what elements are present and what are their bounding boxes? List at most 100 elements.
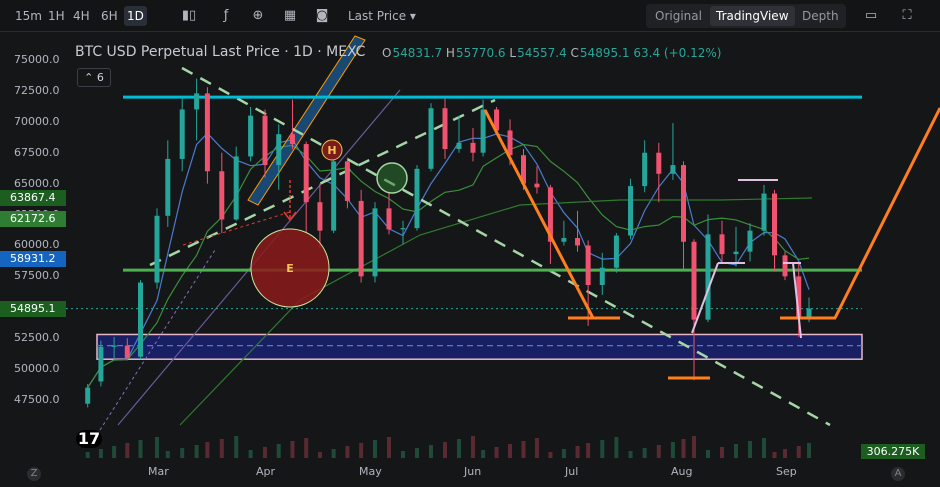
volume-bar [290,441,295,458]
time-tick-label: Aug [671,465,693,478]
price-tag: 58931.2 [0,250,66,267]
zoom-icon[interactable]: Z [27,467,41,481]
price-tick-label: 60000.0 [14,238,60,252]
indicator-toggle[interactable]: ⌃ 6 [77,68,111,87]
volume-bar [331,449,336,458]
volume-bar [561,449,566,458]
volume-bar [534,438,539,458]
volume-bar [359,443,364,458]
candle-body [642,152,648,187]
candle-body [138,282,143,357]
volume-bar [234,436,239,458]
candle-body [233,156,239,220]
volume-bar [670,442,675,458]
price-tick-label: 65000.0 [14,176,60,190]
time-tick-label: Sep [776,465,797,478]
ohlc-change: 63.4 (+0.12%) [633,46,722,60]
candle-body [219,171,225,220]
volume-bar [720,447,724,458]
chart-title: BTC USD Perpetual Last Price · 1D · MEXC [75,44,366,60]
volume-bar [628,451,633,458]
support-zone [96,333,863,360]
volume-bar [656,445,661,458]
candle-body [599,267,605,286]
volume-bar [373,440,377,458]
candle-body [561,238,567,242]
volume-bar [481,450,486,458]
candle-body [276,134,282,166]
volume-bar [575,446,580,458]
chevron-icon: ⌃ [84,71,94,84]
price-tick-label: 70000.0 [14,114,60,128]
volume-bar [762,438,766,458]
volume-bar [125,443,130,458]
candle-body [303,144,309,203]
time-tick-label: Jun [464,465,482,478]
volume-bar [205,442,210,458]
volume-bar [772,452,777,458]
candle-body [85,387,91,404]
candle-body [154,215,160,283]
plot-area [66,36,862,460]
candle-body [248,115,254,157]
volume-bar [276,444,281,458]
price-tick-label: 75000.0 [14,53,60,66]
volume-bar [586,443,591,458]
candle-body [782,255,788,277]
volume-bar [508,444,513,458]
volume-bar [165,451,170,458]
volume-bar [429,445,433,458]
volume-bar [734,444,738,458]
ohlc-high: 55770.6 [455,46,506,60]
volume-bar [85,452,90,458]
ohlc-readout: O54831.7 H55770.6 L54557.4 C54895.1 63.4… [382,46,722,60]
candle-body [691,241,697,320]
candle-body [124,345,130,358]
candle-body [575,238,581,246]
volume-bar [304,438,309,458]
tradingview-logo[interactable]: 17 [76,430,102,448]
candle-body [670,165,676,174]
candle-body [733,251,739,255]
indicator-count: 6 [96,71,104,84]
candle-body [585,245,591,286]
candle-body [772,193,777,256]
time-tick-label: Jul [565,465,579,478]
volume-bar [112,446,117,458]
price-tag: 63867.4 [0,189,66,206]
chart-canvas[interactable]: HE [0,0,940,487]
candle-body [344,161,350,201]
volume-bar [415,448,419,458]
candle-body [656,152,662,174]
volume-bar [387,437,391,458]
candle-body [289,134,295,145]
volume-bar [401,451,405,458]
volume-bar [614,437,619,458]
price-tag: 54895.1 [0,300,66,317]
candle-body [507,130,513,156]
volume-bar [748,441,752,458]
volume-bar [457,439,461,458]
time-tick-label: Apr [256,465,276,478]
candle-body [165,158,171,216]
chart-window: { "toolbar": { "timeframes": ["15m","1H"… [0,0,940,487]
candle-body [317,202,323,231]
candle-body [613,235,619,268]
time-tick-label: May [359,465,382,478]
candle-body [705,234,711,320]
candle-body [204,93,210,172]
ohlc-open: 54831.7 [392,46,443,60]
auto-scale-icon[interactable]: A [891,467,905,481]
volume-bar [600,440,605,458]
green-marker [376,162,408,194]
volume-bar [98,449,103,458]
volume-bar [521,441,526,458]
time-tick-label: Mar [148,465,169,478]
candle-body [386,208,392,230]
price-tag: 62172.6 [0,210,66,227]
candle-body [761,193,767,231]
candle-body [98,346,104,382]
candle-body [456,142,462,150]
candle-body [179,109,185,159]
volume-bar [494,447,499,458]
